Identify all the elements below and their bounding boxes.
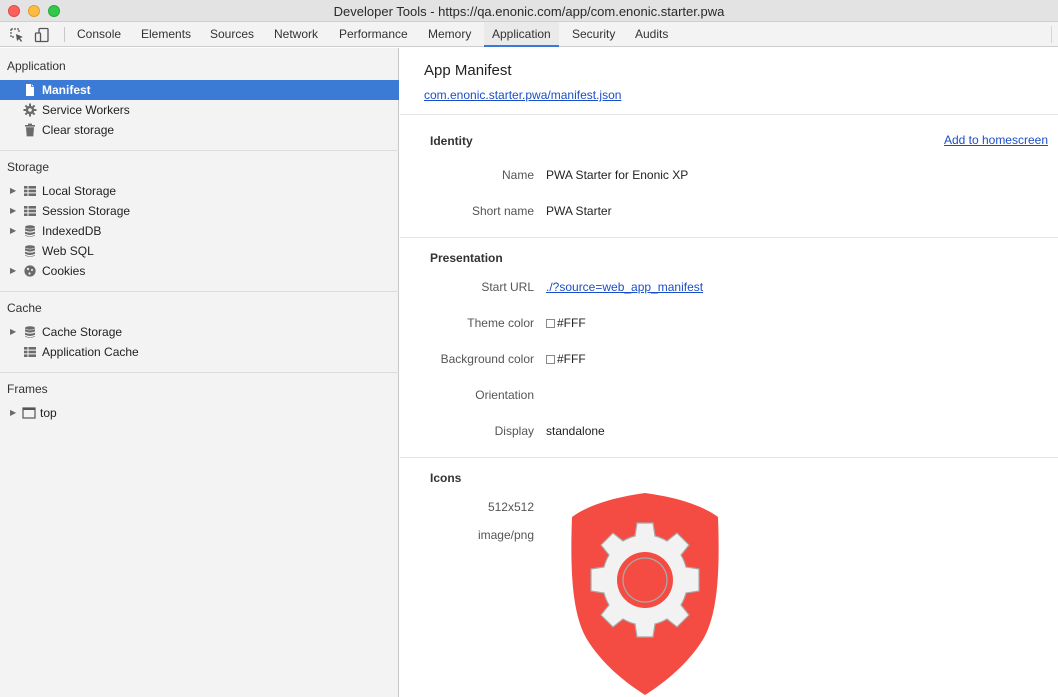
sidebar-item-label: Cookies (42, 264, 86, 278)
section-title-storage: Storage (7, 160, 50, 174)
field-label-display: Display (494, 424, 534, 438)
section-title-frames: Frames (7, 382, 48, 396)
sidebar-item-label: Web SQL (42, 244, 94, 258)
manifest-url-link[interactable]: com.enonic.starter.pwa/manifest.json (424, 88, 621, 102)
sidebar-item-label: Clear storage (42, 123, 115, 137)
sidebar-item-label: Cache Storage (42, 325, 123, 339)
inspect-element-icon[interactable] (9, 27, 25, 43)
theme-color-text: #FFF (557, 316, 586, 330)
expand-arrow-icon[interactable]: ▶ (10, 221, 16, 241)
section-divider (400, 457, 1058, 458)
tab-elements[interactable]: Elements (133, 22, 199, 47)
field-value-name: PWA Starter for Enonic XP (546, 168, 689, 182)
sidebar-item-application-cache[interactable]: Application Cache (0, 342, 399, 362)
sidebar-item-session-storage[interactable]: ▶ Session Storage (0, 201, 399, 221)
database-icon (25, 225, 35, 237)
section-title-application: Application (7, 59, 66, 73)
grid-icon (24, 186, 36, 196)
cookie-icon (24, 265, 36, 277)
sidebar-item-frame-top[interactable]: ▶ top (0, 403, 399, 423)
sidebar-item-label: Local Storage (42, 184, 117, 198)
tab-audits[interactable]: Audits (627, 22, 676, 47)
devtools-toolbar: Console Elements Sources Network Perform… (0, 22, 1058, 47)
sidebar-item-label: Session Storage (42, 204, 131, 218)
background-color-swatch (546, 355, 555, 364)
expand-arrow-icon[interactable]: ▶ (10, 403, 16, 423)
tab-performance[interactable]: Performance (331, 22, 416, 47)
sidebar-item-clear-storage[interactable]: Clear storage (0, 120, 399, 140)
theme-color-swatch (546, 319, 555, 328)
field-label-theme-color: Theme color (467, 316, 534, 330)
background-color-text: #FFF (557, 352, 586, 366)
database-icon (25, 245, 35, 257)
section-divider (400, 114, 1058, 115)
tab-sources[interactable]: Sources (202, 22, 262, 47)
identity-heading: Identity (430, 134, 473, 148)
presentation-heading: Presentation (430, 251, 503, 265)
manifest-panel: App Manifest com.enonic.starter.pwa/mani… (400, 48, 1058, 697)
sidebar-item-web-sql[interactable]: Web SQL (0, 241, 399, 261)
window-title: Developer Tools - https://qa.enonic.com/… (333, 4, 725, 19)
field-label-name: Name (501, 168, 534, 182)
section-title-cache: Cache (7, 301, 42, 315)
application-sidebar: Application Manifest Service Workers Cle… (0, 48, 399, 697)
tab-console[interactable]: Console (69, 22, 129, 47)
tab-application[interactable]: Application (484, 22, 559, 47)
sidebar-item-cookies[interactable]: ▶ Cookies (0, 261, 399, 281)
sidebar-item-service-workers[interactable]: Service Workers (0, 100, 399, 120)
icon-type-label: image/png (477, 528, 534, 542)
sidebar-item-label: IndexedDB (42, 224, 102, 238)
expand-arrow-icon[interactable]: ▶ (10, 322, 16, 342)
app-shield-gear-icon (571, 493, 719, 695)
document-icon (26, 84, 34, 96)
expand-arrow-icon[interactable]: ▶ (10, 181, 16, 201)
tab-network[interactable]: Network (266, 22, 326, 47)
toolbar-end-separator (1051, 26, 1052, 43)
start-url-link[interactable]: ./?source=web_app_manifest (546, 280, 703, 294)
field-label-start-url: Start URL (481, 280, 534, 294)
icon-size-label: 512x512 (487, 500, 534, 514)
section-divider (0, 291, 399, 292)
field-value-background-color: #FFF (546, 352, 586, 366)
tab-memory[interactable]: Memory (420, 22, 479, 47)
field-label-background-color: Background color (440, 352, 534, 366)
window-titlebar: Developer Tools - https://qa.enonic.com/… (0, 0, 1058, 22)
toolbar-separator (64, 27, 65, 42)
device-toolbar-icon[interactable] (34, 27, 50, 43)
sidebar-item-cache-storage[interactable]: ▶ Cache Storage (0, 322, 399, 342)
expand-arrow-icon[interactable]: ▶ (10, 261, 16, 281)
expand-arrow-icon[interactable]: ▶ (10, 201, 16, 221)
field-value-theme-color: #FFF (546, 316, 586, 330)
sidebar-item-local-storage[interactable]: ▶ Local Storage (0, 181, 399, 201)
section-divider (0, 150, 399, 151)
sidebar-item-indexeddb[interactable]: ▶ IndexedDB (0, 221, 399, 241)
add-to-homescreen-link[interactable]: Add to homescreen (944, 133, 1048, 147)
icons-heading: Icons (430, 471, 462, 485)
field-value-display: standalone (546, 424, 605, 438)
field-value-short-name: PWA Starter (546, 204, 612, 218)
sidebar-item-label: Application Cache (42, 345, 139, 359)
sidebar-item-label: top (40, 406, 57, 420)
trash-icon (25, 123, 35, 137)
field-label-orientation: Orientation (475, 388, 534, 402)
tab-security[interactable]: Security (564, 22, 623, 47)
grid-icon (24, 347, 36, 357)
gear-icon (23, 103, 37, 117)
sidebar-item-label: Manifest (42, 83, 91, 97)
field-label-short-name: Short name (471, 204, 534, 218)
frame-icon (22, 407, 36, 419)
page-title: App Manifest (424, 62, 512, 79)
sidebar-item-manifest[interactable]: Manifest (0, 80, 399, 100)
section-divider (0, 372, 399, 373)
sidebar-item-label: Service Workers (42, 103, 130, 117)
database-icon (25, 326, 35, 338)
section-divider (400, 237, 1058, 238)
grid-icon (24, 206, 36, 216)
